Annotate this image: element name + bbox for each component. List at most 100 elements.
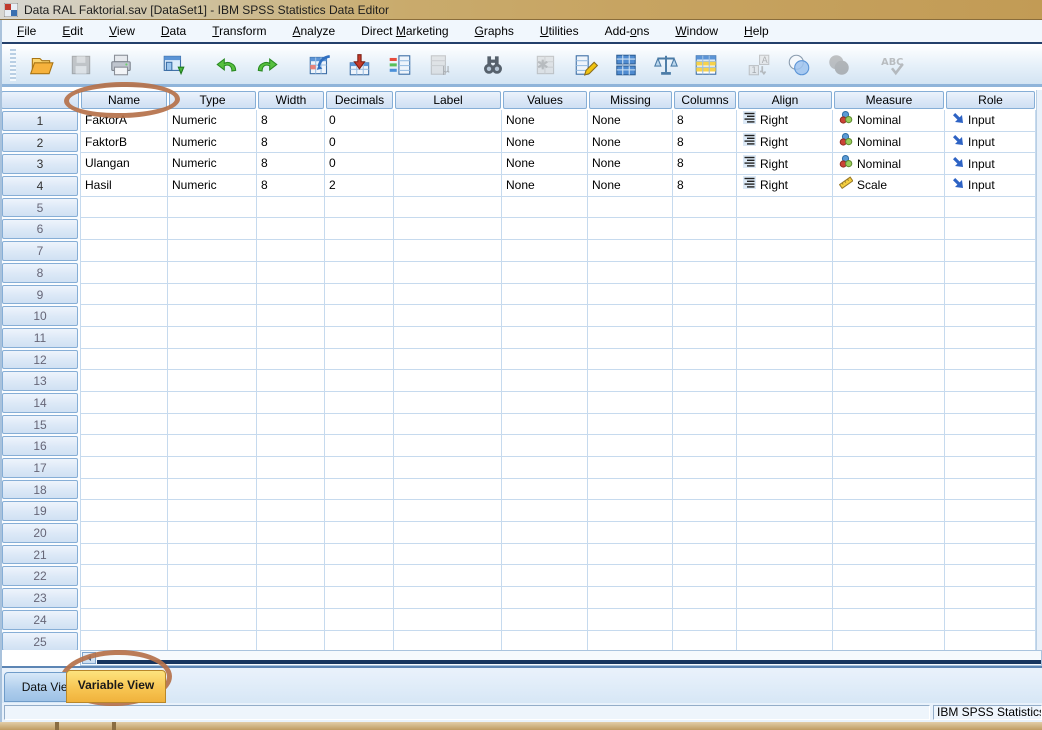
undo-button[interactable] xyxy=(208,47,246,83)
cell-name[interactable] xyxy=(80,326,168,349)
cell-role[interactable] xyxy=(945,283,1036,306)
cell-name[interactable] xyxy=(80,261,168,284)
cell-width[interactable] xyxy=(257,348,325,371)
cell-role[interactable] xyxy=(945,630,1036,650)
cell-role[interactable] xyxy=(945,500,1036,523)
cell-width[interactable]: 8 xyxy=(257,110,325,132)
cell-values[interactable] xyxy=(502,608,588,631)
cell-label[interactable] xyxy=(394,457,502,479)
cell-columns[interactable] xyxy=(673,391,737,414)
menu-edit[interactable]: Edit xyxy=(49,20,96,42)
cell-type[interactable] xyxy=(168,543,257,566)
cell-type[interactable] xyxy=(168,218,257,241)
cell-align[interactable] xyxy=(737,370,833,392)
cell-role[interactable] xyxy=(945,457,1036,479)
cell-type[interactable] xyxy=(168,305,257,327)
cell-columns[interactable] xyxy=(673,218,737,241)
cell-measure[interactable] xyxy=(833,370,945,392)
cell-width[interactable] xyxy=(257,522,325,544)
cell-type[interactable] xyxy=(168,196,257,219)
cell-name[interactable] xyxy=(80,218,168,241)
cell-decimals[interactable] xyxy=(325,196,394,219)
cell-label[interactable] xyxy=(394,240,502,262)
column-header-columns[interactable]: Columns xyxy=(674,91,736,109)
cell-width[interactable] xyxy=(257,370,325,392)
cell-values[interactable] xyxy=(502,565,588,588)
cell-missing[interactable] xyxy=(588,196,673,219)
row-number-24[interactable]: 24 xyxy=(2,609,78,630)
cell-width[interactable] xyxy=(257,283,325,306)
cell-align[interactable] xyxy=(737,283,833,306)
menu-transform[interactable]: Transform xyxy=(199,20,279,42)
cell-decimals[interactable] xyxy=(325,500,394,523)
cell-role[interactable]: Input xyxy=(945,153,1036,176)
cell-values[interactable] xyxy=(502,630,588,650)
row-number-22[interactable]: 22 xyxy=(2,566,78,587)
cell-label[interactable] xyxy=(394,630,502,650)
cell-label[interactable] xyxy=(394,522,502,544)
cell-label[interactable] xyxy=(394,435,502,457)
cell-width[interactable] xyxy=(257,261,325,284)
cell-decimals[interactable]: 0 xyxy=(325,110,394,132)
cell-label[interactable] xyxy=(394,391,502,414)
cell-columns[interactable] xyxy=(673,261,737,284)
row-number-2[interactable]: 2 xyxy=(2,132,78,153)
cell-missing[interactable] xyxy=(588,326,673,349)
cell-role[interactable] xyxy=(945,435,1036,457)
cell-columns[interactable] xyxy=(673,457,737,479)
cell-width[interactable] xyxy=(257,413,325,436)
open-file-button[interactable] xyxy=(22,47,60,83)
cell-name[interactable] xyxy=(80,587,168,609)
cell-missing[interactable]: None xyxy=(588,175,673,197)
cell-missing[interactable] xyxy=(588,283,673,306)
cell-label[interactable] xyxy=(394,565,502,588)
cell-width[interactable] xyxy=(257,196,325,219)
cell-decimals[interactable] xyxy=(325,413,394,436)
cell-label[interactable] xyxy=(394,175,502,197)
cell-width[interactable] xyxy=(257,435,325,457)
cell-columns[interactable] xyxy=(673,240,737,262)
cell-role[interactable] xyxy=(945,370,1036,392)
cell-align[interactable] xyxy=(737,305,833,327)
weight-cases-button[interactable] xyxy=(647,47,685,83)
cell-label[interactable] xyxy=(394,153,502,176)
cell-columns[interactable] xyxy=(673,348,737,371)
cell-measure[interactable]: Nominal xyxy=(833,153,945,176)
goto-variable-button[interactable] xyxy=(341,47,379,83)
cell-measure[interactable] xyxy=(833,196,945,219)
cell-name[interactable] xyxy=(80,457,168,479)
cell-missing[interactable] xyxy=(588,413,673,436)
cell-name[interactable] xyxy=(80,391,168,414)
cell-label[interactable] xyxy=(394,608,502,631)
cell-decimals[interactable]: 2 xyxy=(325,175,394,197)
cell-missing[interactable]: None xyxy=(588,131,673,154)
cell-columns[interactable] xyxy=(673,500,737,523)
cell-align[interactable]: Right xyxy=(737,131,833,154)
cell-columns[interactable]: 8 xyxy=(673,153,737,176)
cell-name[interactable] xyxy=(80,196,168,219)
cell-align[interactable] xyxy=(737,608,833,631)
cell-width[interactable] xyxy=(257,218,325,241)
cell-name[interactable]: FaktorB xyxy=(80,131,168,154)
cell-role[interactable]: Input xyxy=(945,175,1036,197)
cell-role[interactable] xyxy=(945,391,1036,414)
cell-label[interactable] xyxy=(394,500,502,523)
row-number-8[interactable]: 8 xyxy=(2,262,78,283)
cell-type[interactable] xyxy=(168,565,257,588)
cell-decimals[interactable] xyxy=(325,435,394,457)
cell-decimals[interactable] xyxy=(325,348,394,371)
cell-columns[interactable] xyxy=(673,413,737,436)
cell-measure[interactable] xyxy=(833,391,945,414)
cell-name[interactable] xyxy=(80,565,168,588)
cell-type[interactable] xyxy=(168,261,257,284)
cell-missing[interactable] xyxy=(588,305,673,327)
cell-values[interactable] xyxy=(502,587,588,609)
cell-name[interactable] xyxy=(80,630,168,650)
cell-type[interactable]: Numeric xyxy=(168,110,257,132)
row-number-10[interactable]: 10 xyxy=(2,306,78,326)
row-number-15[interactable]: 15 xyxy=(2,414,78,435)
cell-decimals[interactable] xyxy=(325,305,394,327)
row-number-5[interactable]: 5 xyxy=(2,197,78,218)
print-button[interactable] xyxy=(102,47,140,83)
cell-missing[interactable] xyxy=(588,543,673,566)
